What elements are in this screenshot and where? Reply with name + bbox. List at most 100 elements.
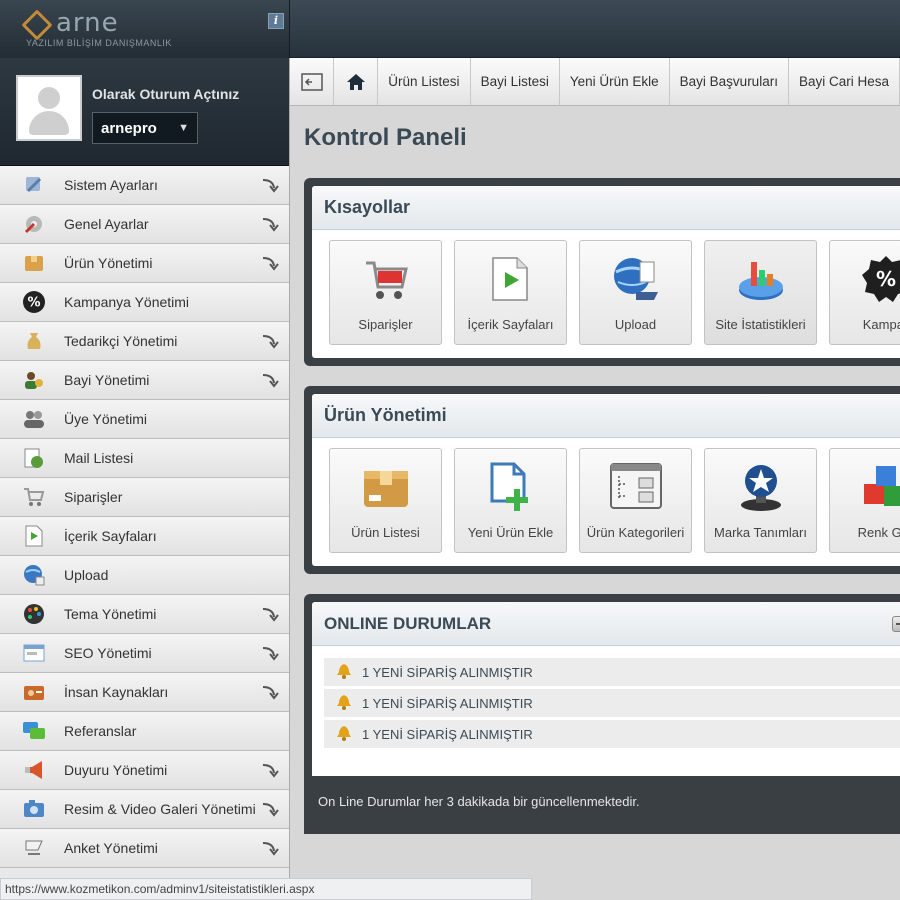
seo-window-icon: [21, 641, 47, 665]
svg-text:%: %: [27, 296, 40, 311]
submenu-arrow-icon: [261, 332, 279, 350]
main-content: Ürün Listesi Bayi Listesi Yeni Ürün Ekle…: [290, 58, 900, 900]
list-item: 1 YENİ SİPARİŞ ALINMIŞTIR: [324, 720, 900, 748]
shortcuts-title: Kısayollar: [312, 186, 900, 230]
nav-link-bayi-basvurulari[interactable]: Bayi Başvuruları: [670, 58, 789, 105]
product-management-panel: Ürün Yönetimi Ürün Listesi Yeni Ürün Ekl…: [304, 386, 900, 574]
sidebar-item-kampanya-yonetimi[interactable]: % Kampanya Yönetimi: [0, 283, 289, 322]
product-yeni-urun-ekle[interactable]: Yeni Ürün Ekle: [454, 448, 567, 553]
box-icon: [21, 251, 47, 275]
shortcut-upload[interactable]: Upload: [579, 240, 692, 345]
logo-mark-icon: [22, 12, 52, 34]
list-item: 1 YENİ SİPARİŞ ALINMIŞTIR: [324, 658, 900, 686]
content-page-icon: [21, 524, 47, 548]
poll-icon: [21, 836, 47, 860]
bell-icon: [336, 663, 352, 682]
user-box: Olarak Oturum Açtınız arnepro ▼: [0, 58, 289, 166]
bell-icon: [336, 725, 352, 744]
sidebar-item-tema-yonetimi[interactable]: Tema Yönetimi: [0, 595, 289, 634]
color-cubes-icon: [856, 461, 900, 513]
submenu-arrow-icon: [261, 254, 279, 272]
shortcut-siparisler[interactable]: Siparişler: [329, 240, 442, 345]
home-button[interactable]: [334, 58, 379, 105]
logo-text: arne: [56, 8, 119, 38]
add-document-icon: [481, 461, 541, 513]
product-management-title: Ürün Yönetimi: [312, 394, 900, 438]
shortcut-site-istatistikleri[interactable]: Site İstatistikleri: [704, 240, 817, 345]
sidebar-item-icerik-sayfalari[interactable]: İçerik Sayfaları: [0, 517, 289, 556]
sidebar-item-genel-ayarlar[interactable]: Genel Ayarlar: [0, 205, 289, 244]
online-status-footnote: On Line Durumlar her 3 dakikada bir günc…: [304, 776, 900, 834]
shortcut-tiles: Siparişler İçerik Sayfaları Upload Site …: [312, 230, 900, 345]
list-item: 1 YENİ SİPARİŞ ALINMIŞTIR: [324, 689, 900, 717]
info-icon[interactable]: i: [268, 13, 284, 29]
login-status-text: Olarak Oturum Açtınız: [92, 86, 240, 102]
online-status-title: ONLINE DURUMLAR: [312, 602, 900, 646]
upload-globe-icon: [21, 563, 47, 587]
svg-text:%: %: [875, 267, 895, 291]
sidebar-item-duyuru-yonetimi[interactable]: Duyuru Yönetimi: [0, 751, 289, 790]
home-icon: [346, 73, 365, 90]
sidebar-item-urun-yonetimi[interactable]: Ürün Yönetimi: [0, 244, 289, 283]
username: arnepro: [101, 119, 157, 137]
submenu-arrow-icon: [261, 800, 279, 818]
nav-link-yeni-urun-ekle[interactable]: Yeni Ürün Ekle: [560, 58, 670, 105]
sidebar-item-referanslar[interactable]: Referanslar: [0, 712, 289, 751]
statistics-chart-icon: [731, 253, 791, 305]
bell-icon: [336, 694, 352, 713]
user-dropdown[interactable]: arnepro ▼: [92, 112, 198, 144]
collapse-sidebar-button[interactable]: [290, 58, 335, 105]
shortcut-icerik-sayfalari[interactable]: İçerik Sayfaları: [454, 240, 567, 345]
collapse-panel-icon[interactable]: [892, 616, 900, 632]
nav-link-bayi-listesi[interactable]: Bayi Listesi: [471, 58, 560, 105]
sidebar-item-mail-listesi[interactable]: Mail Listesi: [0, 439, 289, 478]
online-status-panel: ONLINE DURUMLAR 1 YENİ SİPARİŞ ALINMIŞTI…: [304, 594, 900, 834]
shopping-cart-icon: [356, 253, 416, 305]
top-nav: Ürün Listesi Bayi Listesi Yeni Ürün Ekle…: [290, 58, 900, 106]
nav-link-urun-listesi[interactable]: Ürün Listesi: [378, 58, 471, 105]
dealer-people-icon: [21, 368, 47, 392]
logo-subtitle: YAZILIM BİLİŞİM DANIŞMANLIK: [26, 38, 172, 48]
sidebar-item-uye-yonetimi[interactable]: Üye Yönetimi: [0, 400, 289, 439]
logo[interactable]: arne: [22, 8, 119, 38]
sidebar-item-insan-kaynaklari[interactable]: İnsan Kaynakları: [0, 673, 289, 712]
sidebar-item-tedarikci-yonetimi[interactable]: Tedarikçi Yönetimi: [0, 322, 289, 361]
submenu-arrow-icon: [261, 761, 279, 779]
submenu-arrow-icon: [261, 605, 279, 623]
submenu-arrow-icon: [261, 644, 279, 662]
submenu-arrow-icon: [261, 839, 279, 857]
sidebar-item-siparisler[interactable]: Siparişler: [0, 478, 289, 517]
categories-window-icon: [606, 461, 666, 513]
sidebar-item-upload[interactable]: Upload: [0, 556, 289, 595]
shortcuts-panel: Kısayollar Siparişler İçerik Sayfaları U…: [304, 178, 900, 366]
avatar: [16, 75, 82, 141]
logo-area: arne YAZILIM BİLİŞİM DANIŞMANLIK i: [0, 0, 290, 58]
product-urun-listesi[interactable]: Ürün Listesi: [329, 448, 442, 553]
brand-star-icon: [731, 461, 791, 513]
browser-status-bar: https://www.kozmetikon.com/adminv1/sitei…: [0, 878, 532, 900]
content-page-icon: [481, 253, 541, 305]
submenu-arrow-icon: [261, 176, 279, 194]
camera-icon: [21, 797, 47, 821]
shortcut-kampanya[interactable]: % Kampar: [829, 240, 900, 345]
sidebar-item-anket-yonetimi[interactable]: Anket Yönetimi: [0, 829, 289, 868]
sidebar-menu: Sistem Ayarları Genel Ayarlar Ürün Yönet…: [0, 166, 289, 868]
sidebar-item-sistem-ayarlari[interactable]: Sistem Ayarları: [0, 166, 289, 205]
sidebar-item-galeri-yonetimi[interactable]: Resim & Video Galeri Yönetimi: [0, 790, 289, 829]
id-card-icon: [21, 680, 47, 704]
product-renk-gruplari[interactable]: Renk Gru: [829, 448, 900, 553]
sidebar-item-bayi-yonetimi[interactable]: Bayi Yönetimi: [0, 361, 289, 400]
percent-badge-icon: %: [856, 253, 900, 305]
chat-bubbles-icon: [21, 719, 47, 743]
box-icon: [356, 461, 416, 513]
sidebar-item-seo-yonetimi[interactable]: SEO Yönetimi: [0, 634, 289, 673]
settings-tools-icon: [21, 173, 47, 197]
product-urun-kategorileri[interactable]: Ürün Kategorileri: [579, 448, 692, 553]
sidebar: Olarak Oturum Açtınız arnepro ▼ Sistem A…: [0, 58, 290, 900]
submenu-arrow-icon: [261, 371, 279, 389]
percent-badge-icon: %: [21, 290, 47, 314]
product-marka-tanimlari[interactable]: Marka Tanımları: [704, 448, 817, 553]
gear-wrench-icon: [21, 212, 47, 236]
upload-globe-icon: [606, 253, 666, 305]
nav-link-bayi-cari-hesap[interactable]: Bayi Cari Hesa: [789, 58, 900, 105]
